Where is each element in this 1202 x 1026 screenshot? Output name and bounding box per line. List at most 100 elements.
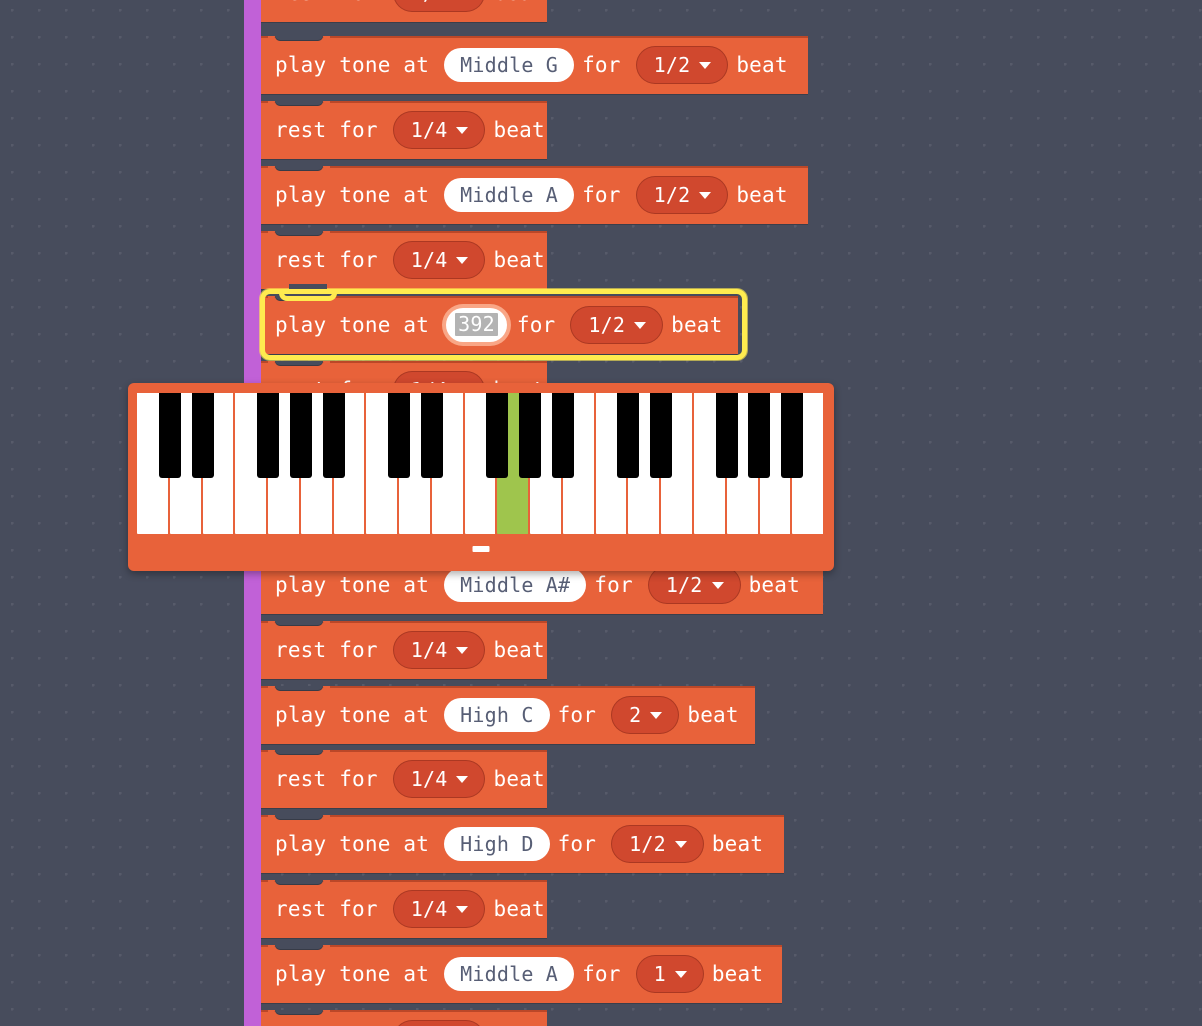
duration-value: 1/2 (629, 831, 666, 856)
duration-dropdown[interactable]: 1/4 (392, 0, 486, 12)
piano-black-key[interactable] (748, 393, 771, 478)
duration-dropdown[interactable]: 1/2 (611, 825, 704, 863)
note-field[interactable]: Middle A (444, 178, 575, 212)
duration-value: 1/2 (653, 182, 691, 207)
duration-value: 1/2 (588, 312, 626, 337)
rest-block[interactable]: rest for 1/4 beat (261, 0, 547, 22)
duration-dropdown[interactable]: 1/4 (392, 241, 486, 279)
chevron-down-icon (456, 776, 469, 783)
duration-dropdown[interactable]: 1/4 (392, 760, 486, 798)
block-seam (261, 166, 808, 168)
block-trail-label: beat (493, 248, 545, 272)
note-field[interactable]: Middle A (444, 957, 575, 991)
rest-block[interactable]: rest for 1/4 beat (261, 101, 547, 159)
block-seam (261, 36, 808, 38)
note-field[interactable]: 392 (446, 308, 507, 342)
block-mid-label: for (582, 183, 621, 207)
duration-dropdown[interactable]: 1/2 (647, 566, 741, 604)
piano-black-key[interactable] (486, 393, 509, 478)
note-field-selected-text: 392 (455, 313, 498, 336)
block-lead-label: play tone at (275, 962, 430, 986)
duration-dropdown[interactable]: 1/2 (635, 176, 729, 214)
play-tone-block[interactable]: play tone at High D for 1/2 beat (261, 815, 784, 873)
duration-value: 1/4 (410, 117, 448, 142)
piano-black-key[interactable] (388, 393, 411, 478)
block-lead-label: rest for (275, 118, 378, 142)
block-mid-label: for (582, 962, 621, 986)
duration-value: 1/2 (653, 52, 691, 77)
block-lead-label: rest for (275, 0, 378, 5)
piano-black-key[interactable] (322, 393, 345, 478)
duration-dropdown[interactable]: 2 (611, 696, 680, 734)
piano-keyboard-picker[interactable] (128, 383, 834, 571)
play-tone-block[interactable]: play tone at Middle A for 1 beat (261, 945, 782, 1003)
chevron-down-icon (674, 841, 687, 848)
block-lead-label: play tone at (275, 573, 430, 597)
block-seam (261, 880, 547, 882)
duration-dropdown[interactable]: 1/2 (570, 306, 664, 344)
piano-black-key[interactable] (650, 393, 673, 478)
block-trail-label: beat (493, 118, 545, 142)
block-trail-label: beat (711, 962, 764, 986)
duration-dropdown[interactable]: 1/4 (392, 1020, 486, 1026)
block-trail-label: beat (671, 313, 723, 337)
chevron-down-icon (456, 257, 469, 264)
block-trail-label: beat (748, 573, 800, 597)
piano-black-key[interactable] (420, 393, 443, 478)
duration-value: 2 (629, 702, 642, 727)
picker-resize-handle[interactable] (472, 546, 490, 552)
piano-black-key[interactable] (715, 393, 738, 478)
block-mid-label: for (516, 313, 556, 337)
block-lead-label: rest for (275, 248, 378, 272)
piano-black-key[interactable] (257, 393, 280, 478)
play-tone-block[interactable]: play tone at High C for 2 beat (261, 686, 755, 744)
duration-value: 1/4 (411, 0, 448, 3)
duration-dropdown[interactable]: 1/4 (392, 890, 486, 928)
piano-black-key[interactable] (158, 393, 181, 478)
chevron-down-icon (711, 582, 724, 589)
block-mid-label: for (594, 573, 633, 597)
piano-black-key[interactable] (617, 393, 640, 478)
piano-black-key[interactable] (289, 393, 312, 478)
block-lead-label: play tone at (275, 53, 430, 77)
block-mid-label: for (557, 703, 597, 727)
duration-dropdown[interactable]: 1/4 (392, 631, 486, 669)
note-field[interactable]: Middle A# (444, 568, 587, 602)
rest-block[interactable]: rest for1/4beat (261, 621, 547, 679)
chevron-down-icon (456, 906, 469, 913)
play-tone-block[interactable]: play tone at Middle G for 1/2 beat (261, 36, 808, 94)
play-tone-block[interactable]: play tone at 392 for 1/2 beat (261, 296, 738, 354)
piano-keybed[interactable] (137, 393, 826, 534)
play-tone-block[interactable]: play tone at Middle A for 1/2 beat (261, 166, 808, 224)
block-trail-label: beat (711, 832, 764, 856)
duration-value: 1/4 (410, 637, 448, 662)
duration-dropdown[interactable]: 1/2 (635, 46, 729, 84)
chevron-down-icon (699, 62, 712, 69)
duration-dropdown[interactable]: 1 (635, 955, 704, 993)
piano-black-key[interactable] (191, 393, 214, 478)
piano-black-key[interactable] (551, 393, 574, 478)
chevron-down-icon (650, 712, 663, 719)
duration-value: 1/2 (665, 572, 703, 597)
note-field[interactable]: High D (444, 827, 550, 861)
note-field[interactable]: High C (444, 698, 550, 732)
rest-block[interactable]: rest for1/4beat (261, 880, 547, 938)
block-trail-label: beat (736, 183, 788, 207)
block-lead-label: play tone at (275, 703, 430, 727)
rest-block[interactable]: rest for 1/4 beat (261, 231, 547, 289)
chevron-down-icon (456, 647, 469, 654)
piano-black-key[interactable] (519, 393, 542, 478)
rest-block[interactable]: rest for1/4beat (261, 1010, 547, 1026)
block-trail-label: beat (493, 0, 544, 5)
rest-block[interactable]: rest for1/4beat (261, 750, 547, 808)
note-field[interactable]: Middle G (444, 48, 575, 82)
piano-black-key[interactable] (781, 393, 804, 478)
block-seam (261, 621, 547, 623)
duration-value: 1 (653, 961, 666, 986)
block-trail-label: beat (493, 638, 545, 662)
block-trail-label: beat (493, 897, 545, 921)
duration-dropdown[interactable]: 1/4 (392, 111, 486, 149)
block-seam (261, 1010, 547, 1012)
block-trail-label: beat (687, 703, 739, 727)
duration-value: 1/4 (410, 247, 448, 272)
